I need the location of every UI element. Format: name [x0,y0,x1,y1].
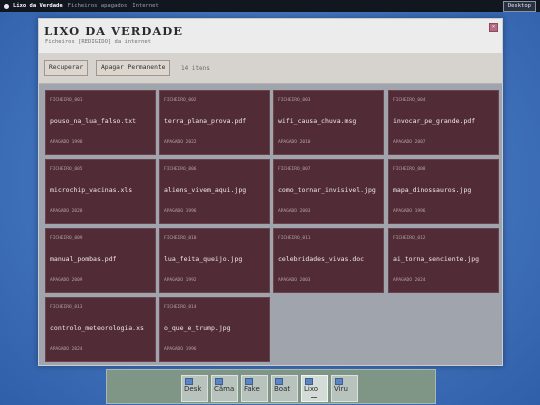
file-deleted-date: APAGADO 2010 [278,140,311,145]
file-card[interactable]: FICHEIRO_014 o_que_e_trump.jpg APAGADO 199… [159,297,270,362]
item-count: 14 itens [181,65,210,72]
file-card[interactable]: FICHEIRO_010 lua_feita_queijo.jpg APAGADO … [159,228,270,293]
file-card[interactable]: FICHEIRO_005 microchip_vacinas.xls APAGADO… [45,159,156,224]
file-name: lua_feita_queijo.jpg [164,255,243,263]
top-bar: Lixo da Verdade Ficheiros apagados Inter… [0,0,540,12]
app-name: Lixo da Verdade [13,3,63,9]
desktop-button[interactable]: Desktop [502,1,536,12]
file-id: FICHEIRO_006 [164,167,197,172]
file-card[interactable]: FICHEIRO_003 wifi_causa_chuva.msg APAGADO … [273,90,384,155]
file-id: FICHEIRO_011 [278,236,311,241]
file-id: FICHEIRO_002 [164,98,197,103]
taskbar: Desk Câma Fake Boat Lixo Viru [106,369,436,404]
taskbar-item-label: Viru [334,385,348,393]
file-name: terra_plana_prova.pdf [164,117,247,125]
close-icon[interactable]: × [489,23,498,32]
recover-button[interactable]: Recuperar [44,60,89,76]
taskbar-item-label: Câma [214,385,235,393]
file-grid: FICHEIRO_001 pouso_na_lua_falso.txt APAGAD… [45,90,501,362]
camera-icon [215,378,223,385]
window-header[interactable]: LIXO DA VERDADE Ficheiros [REDIGIDO] da … [39,19,502,53]
file-id: FICHEIRO_003 [278,98,311,103]
file-card[interactable]: FICHEIRO_004 invocar_pe_grande.pdf APAGADO… [388,90,499,155]
trash-icon [305,378,313,385]
file-name: wifi_causa_chuva.msg [278,117,357,125]
file-id: FICHEIRO_007 [278,167,311,172]
delete-forever-button[interactable]: Apagar Permanente [96,60,171,76]
file-id: FICHEIRO_013 [50,305,83,310]
taskbar-item-boat[interactable]: Boat [271,375,298,402]
file-id: FICHEIRO_005 [50,167,83,172]
file-card[interactable]: FICHEIRO_013 controlo_meteorologia.xs APAG… [45,297,156,362]
file-deleted-date: APAGADO 1996 [393,209,426,214]
taskbar-item-viru[interactable]: Viru [331,375,358,402]
taskbar-item-lixo[interactable]: Lixo [301,375,328,402]
file-deleted-date: APAGADO 2003 [278,209,311,214]
desktop-icon [185,378,193,385]
file-card[interactable]: FICHEIRO_002 terra_plana_prova.pdf APAGADO… [159,90,270,155]
file-name: como_tornar_invisivel.jpg [278,186,376,194]
taskbar-item-fake[interactable]: Fake [241,375,268,402]
file-name: mapa_dinossauros.jpg [393,186,472,194]
taskbar-item-label: Boat [274,385,291,393]
file-card[interactable]: FICHEIRO_006 aliens_vivem_aqui.jpg APAGADO… [159,159,270,224]
file-id: FICHEIRO_001 [50,98,83,103]
file-deleted-date: APAGADO 2007 [393,140,426,145]
file-id: FICHEIRO_009 [50,236,83,241]
taskbar-item-câma[interactable]: Câma [211,375,238,402]
file-id: FICHEIRO_010 [164,236,197,241]
file-deleted-date: APAGADO 1996 [164,347,197,352]
menu-internet[interactable]: Internet [132,3,159,9]
fake-icon [245,378,253,385]
file-card[interactable]: FICHEIRO_011 celebridades_vivas.doc APAGAD… [273,228,384,293]
file-deleted-date: APAGADO 2024 [393,278,426,283]
file-deleted-date: APAGADO 2022 [164,140,197,145]
file-deleted-date: APAGADO 2009 [50,278,83,283]
file-name: pouso_na_lua_falso.txt [50,117,137,125]
file-deleted-date: APAGADO 2020 [50,209,83,214]
file-card[interactable]: FICHEIRO_001 pouso_na_lua_falso.txt APAGAD… [45,90,156,155]
taskbar-item-label: Desk [184,385,202,393]
file-name: microchip_vacinas.xls [50,186,133,194]
toolbar: Recuperar Apagar Permanente 14 itens [39,53,502,84]
file-deleted-date: APAGADO 1998 [50,140,83,145]
file-name: ai_torna_senciente.jpg [393,255,480,263]
active-indicator [311,397,317,398]
file-name: celebridades_vivas.doc [278,255,365,263]
file-card[interactable]: FICHEIRO_009 manual_pombas.pdf APAGADO 200… [45,228,156,293]
file-card[interactable]: FICHEIRO_007 como_tornar_invisivel.jpg APA… [273,159,384,224]
taskbar-item-label: Fake [244,385,260,393]
file-deleted-date: APAGADO 1992 [164,278,197,283]
file-deleted-date: APAGADO 1996 [164,209,197,214]
file-deleted-date: APAGADO 2003 [278,278,311,283]
file-name: invocar_pe_grande.pdf [393,117,476,125]
file-card[interactable]: FICHEIRO_008 mapa_dinossauros.jpg APAGADO … [388,159,499,224]
menu-ficheiros-apagados[interactable]: Ficheiros apagados [68,3,128,9]
file-id: FICHEIRO_012 [393,236,426,241]
trash-window: LIXO DA VERDADE Ficheiros [REDIGIDO] da … [38,18,503,366]
file-card[interactable]: FICHEIRO_012 ai_torna_senciente.jpg APAGAD… [388,228,499,293]
system-menu-icon[interactable] [4,3,9,9]
window-title: LIXO DA VERDADE [44,24,183,38]
file-deleted-date: APAGADO 2024 [50,347,83,352]
file-name: aliens_vivem_aqui.jpg [164,186,247,194]
file-name: controlo_meteorologia.xs [50,324,144,332]
file-id: FICHEIRO_008 [393,167,426,172]
window-subtitle: Ficheiros [REDIGIDO] da internet [45,39,151,45]
taskbar-item-label: Lixo [304,385,319,393]
file-name: o_que_e_trump.jpg [164,324,231,332]
boat-icon [275,378,283,385]
virus-icon [335,378,343,385]
file-name: manual_pombas.pdf [50,255,117,263]
file-id: FICHEIRO_004 [393,98,426,103]
taskbar-item-desk[interactable]: Desk [181,375,208,402]
file-id: FICHEIRO_014 [164,305,197,310]
